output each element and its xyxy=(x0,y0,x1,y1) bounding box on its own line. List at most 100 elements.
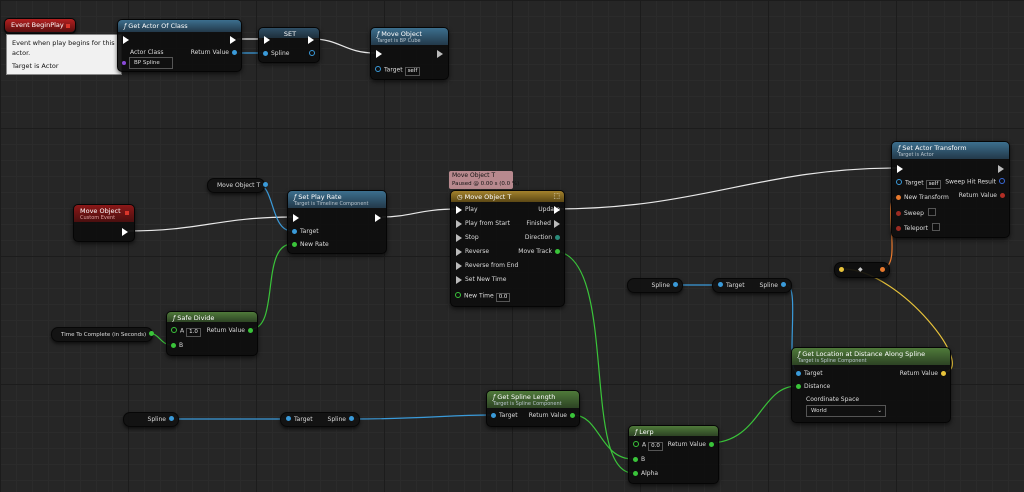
set-actor-transform-node[interactable]: ƒ Set Actor Transform Target is Actor Tar… xyxy=(891,141,1010,238)
variable-out-pin[interactable] xyxy=(169,416,174,421)
direction-pin[interactable]: Direction xyxy=(525,234,560,242)
exec-out-pin[interactable] xyxy=(437,50,443,58)
target-value[interactable]: self xyxy=(925,179,942,189)
spline-variable-2[interactable]: Spline xyxy=(123,412,179,427)
spline-get-node-1[interactable]: Target Spline xyxy=(712,278,792,293)
timeline-input-label: Play xyxy=(465,206,478,213)
exec-out-pin[interactable] xyxy=(230,36,236,44)
variable-out-pin[interactable] xyxy=(673,282,678,287)
set-spline-node[interactable]: SET Spline xyxy=(258,27,320,63)
exec-in-pin[interactable] xyxy=(123,36,129,44)
exec-in-pin[interactable] xyxy=(293,214,299,222)
move-object-call-node[interactable]: ƒ Move Object Target is BP Cube Target sel… xyxy=(370,27,449,80)
get-actor-of-class-node[interactable]: ƒ Get Actor Of Class Actor Class Return V… xyxy=(117,19,242,72)
get-location-node[interactable]: ƒ Get Location at Distance Along Spline T… xyxy=(791,347,951,423)
return-value-pin[interactable]: Return Value xyxy=(191,49,237,57)
target-pin[interactable]: Target xyxy=(292,228,319,236)
spline-in-pin[interactable]: Spline xyxy=(263,50,289,58)
finished-exec-pin[interactable] xyxy=(554,220,560,228)
delegate-pin[interactable] xyxy=(66,22,73,30)
spline-variable-1[interactable]: Spline xyxy=(627,278,683,293)
b-label: B xyxy=(641,456,646,463)
custom-event-node[interactable]: Move Object Custom Event xyxy=(73,204,135,242)
move-track-pin[interactable]: Move Track xyxy=(518,248,560,256)
variable-out-pin[interactable] xyxy=(149,331,155,336)
return-value-pin[interactable]: Return Value xyxy=(900,370,946,378)
timeline-input-exec-pin[interactable] xyxy=(456,234,462,242)
spline-out-pin[interactable] xyxy=(781,282,786,287)
new-time-value[interactable]: 0.0 xyxy=(495,292,511,302)
clock-icon: ◷ xyxy=(457,193,463,201)
b-pin[interactable]: B xyxy=(633,456,645,464)
delegate-pin[interactable] xyxy=(125,209,132,217)
sweep-pin[interactable]: Sweep xyxy=(896,208,936,218)
location-in-pin[interactable] xyxy=(839,266,847,274)
exec-in-pin[interactable] xyxy=(264,36,270,44)
timeline-input-exec-pin[interactable] xyxy=(456,206,462,214)
exec-out-pin[interactable] xyxy=(308,36,314,44)
timeline-input-exec-pin[interactable] xyxy=(456,248,462,256)
spline-get-node-2[interactable]: Target Spline xyxy=(280,412,360,427)
a-pin[interactable]: A 0.0 xyxy=(633,441,663,451)
spline-label: Spline xyxy=(759,282,778,289)
exec-out-pin[interactable] xyxy=(998,165,1004,173)
exec-in-pin[interactable] xyxy=(897,165,903,173)
timeline-input-label: Reverse from End xyxy=(465,262,519,269)
exec-out-pin[interactable] xyxy=(122,228,128,236)
spline-var-2-label: Spline xyxy=(147,416,166,423)
timeline-edit-icon[interactable]: ⬚ xyxy=(553,192,560,200)
b-pin[interactable]: B xyxy=(171,342,183,350)
new-transform-pin[interactable]: New Transform xyxy=(896,194,949,202)
target-pin[interactable]: Target xyxy=(491,412,518,420)
return-value-pin[interactable]: Return Value xyxy=(207,327,253,335)
exec-out-pin[interactable] xyxy=(375,214,381,222)
time-to-complete-variable[interactable]: Time To Complete (in Seconds) xyxy=(51,327,155,342)
lerp-node[interactable]: ƒ Lerp A 0.0 B Alpha Return Value xyxy=(628,425,719,484)
alpha-pin[interactable]: Alpha xyxy=(633,470,658,478)
a-value[interactable]: 1.0 xyxy=(186,327,201,337)
new-rate-pin[interactable]: New Rate xyxy=(292,241,329,249)
safe-divide-header: ƒ Safe Divide xyxy=(167,312,257,322)
make-transform-node[interactable]: ◆ xyxy=(834,262,890,278)
return-value-pin[interactable]: Return Value xyxy=(959,192,1005,200)
sweep-checkbox[interactable] xyxy=(927,208,936,216)
update-exec-pin[interactable] xyxy=(554,206,560,214)
teleport-pin[interactable]: Teleport xyxy=(896,223,940,233)
distance-pin[interactable]: Distance xyxy=(796,383,830,391)
transform-out-pin[interactable] xyxy=(877,266,885,274)
get-spline-length-node[interactable]: ƒ Get Spline Length Target is Spline Comp… xyxy=(486,390,580,427)
timeline-input-exec-pin[interactable] xyxy=(456,220,462,228)
class-dropdown[interactable]: BP Spline xyxy=(129,57,173,69)
spline-out-pin[interactable] xyxy=(349,416,354,421)
timeline-input-exec-pin[interactable] xyxy=(456,262,462,270)
exec-in-pin[interactable] xyxy=(376,50,382,58)
target-value[interactable]: self xyxy=(404,66,421,76)
event-beginplay-node[interactable]: Event BeginPlay xyxy=(4,18,76,34)
spline-label: Spline xyxy=(327,416,346,423)
target-in-pin[interactable] xyxy=(286,416,291,421)
actor-class-pin[interactable]: BP Spline xyxy=(122,57,173,69)
set-play-rate-subtitle: Target is Timeline Component xyxy=(294,201,369,207)
move-object-t-variable[interactable]: Move Object T xyxy=(207,178,269,193)
spline-out-pin[interactable] xyxy=(306,50,315,59)
target-in-pin[interactable] xyxy=(718,282,723,287)
target-pin[interactable]: Target self xyxy=(896,179,942,189)
new-time-pin[interactable]: New Time 0.0 xyxy=(455,292,511,302)
safe-divide-node[interactable]: ƒ Safe Divide A 1.0 B Return Value xyxy=(166,311,258,356)
return-value-pin[interactable]: Return Value xyxy=(529,412,575,420)
lerp-title: Lerp xyxy=(639,428,654,436)
set-play-rate-title: Set Play Rate xyxy=(298,193,342,201)
timeline-input-exec-pin[interactable] xyxy=(456,276,462,284)
sweep-hit-pin[interactable]: Sweep Hit Result xyxy=(945,178,1005,187)
target-pin[interactable]: Target self xyxy=(375,66,421,76)
timeline-node[interactable]: ◷ Move Object T ⬚ Play Play from Start Stop… xyxy=(450,190,565,307)
set-play-rate-node[interactable]: ƒ Set Play Rate Target is Timeline Compon… xyxy=(287,190,387,254)
finished-pin[interactable]: Finished xyxy=(526,220,551,228)
a-pin[interactable]: A 1.0 xyxy=(171,327,201,337)
a-value[interactable]: 0.0 xyxy=(648,441,663,451)
target-pin[interactable]: Target xyxy=(796,370,823,378)
move-object-call-subtitle: Target is BP Cube xyxy=(377,38,421,44)
coord-space-dropdown[interactable]: World ⌄ xyxy=(806,405,886,417)
return-value-pin[interactable]: Return Value xyxy=(668,441,714,449)
teleport-checkbox[interactable] xyxy=(932,223,940,231)
